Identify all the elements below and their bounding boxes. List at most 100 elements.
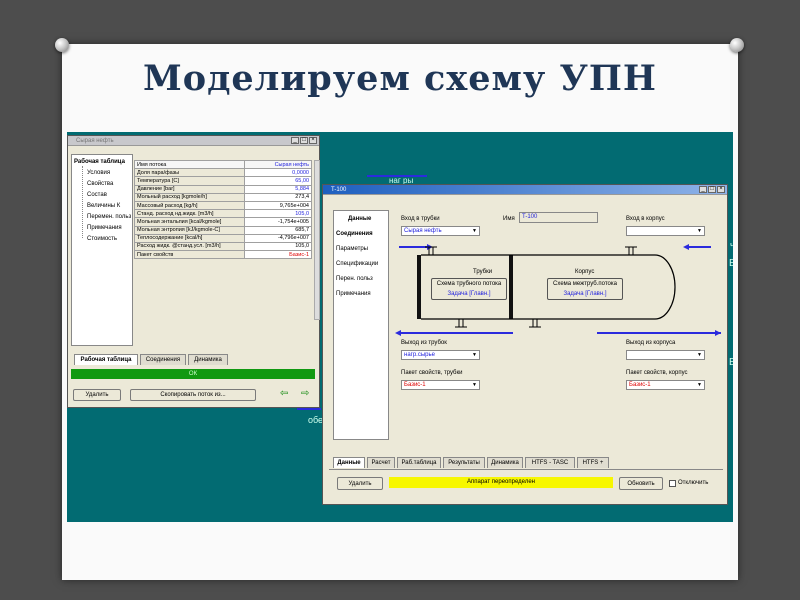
shell-side-label: Корпус [575, 269, 595, 275]
stream-window-title: Сырая нефть [76, 138, 114, 144]
exchanger-nav-panel: Данные Соединения Параметры Спецификации… [333, 210, 389, 440]
nav-item-specs[interactable]: Спецификации [336, 260, 378, 268]
flowsheet-label: Е [729, 258, 733, 269]
tube-outlet-value: нагр.сырье [404, 352, 435, 358]
property-value[interactable]: 5,884 [244, 184, 312, 194]
property-value[interactable]: 0,0000 [244, 168, 312, 178]
property-value[interactable]: 105,0 [244, 241, 312, 252]
property-value[interactable]: 273,4 [244, 192, 312, 202]
tube-scheme-button[interactable]: Схема трубного потока Задача [Главн.] [431, 278, 507, 300]
tab-dynamics[interactable]: Динамика [487, 457, 523, 468]
shell-pkg-label: Пакет свойств, корпус [626, 370, 688, 376]
minimize-icon[interactable]: _ [291, 137, 299, 144]
table-row: Расход жидк. @станд.усл. [m3/h] 105,0 [134, 241, 312, 252]
nav-item-parameters[interactable]: Параметры [336, 245, 368, 253]
tree-line [82, 166, 83, 238]
table-row: Станд. расход нд.жидк. [m3/h] 105,0 [134, 209, 312, 219]
shell-outlet-select[interactable]: ▼ [626, 350, 705, 360]
shell-inlet-select[interactable]: ▼ [626, 226, 705, 236]
tube-outlet-label: Выход из трубок [401, 340, 447, 346]
property-value[interactable]: -4,796e+007 [244, 233, 312, 243]
chevron-down-icon: ▼ [697, 382, 702, 388]
nav-item-user-vars[interactable]: Перен. польз [336, 275, 373, 283]
nav-item-composition[interactable]: Состав [87, 191, 107, 199]
col-header-value: Сырая нефть [244, 159, 312, 170]
tab-content-line [329, 469, 723, 470]
nav-item-user-vars[interactable]: Перемен. польз [87, 213, 131, 221]
disable-checkbox[interactable] [669, 480, 676, 487]
delete-button[interactable]: Удалить [73, 389, 121, 401]
tab-calc[interactable]: Расчет [367, 457, 395, 468]
flowsheet-label: ч [730, 240, 733, 250]
tube-pkg-value: Базис-1 [404, 382, 426, 388]
status-bar: Аппарат переопределен [389, 477, 613, 488]
next-arrow-icon[interactable]: ⇨ [301, 388, 309, 399]
col-header-name: Имя потока [134, 159, 245, 170]
copy-stream-button[interactable]: Скопировать поток из... [130, 389, 256, 401]
property-name: Температура [C] [134, 176, 245, 186]
property-name: Теплосодержание [kcal/h] [134, 233, 245, 243]
nav-item-k-values[interactable]: Величины К [87, 202, 120, 210]
tube-scheme-label: Схема трубного потока [436, 281, 502, 287]
property-value[interactable]: 9,765e+004 [244, 200, 312, 211]
tab-worksheet[interactable]: Рабочая таблица [74, 354, 138, 365]
table-row: Массовый расход [kg/h] 9,765e+004 [134, 200, 312, 211]
exchanger-titlebar[interactable]: T-100 _ □ × [323, 185, 727, 195]
property-value[interactable]: -1,754e+005 [244, 217, 312, 227]
nav-header: Рабочая таблица [74, 159, 125, 165]
nav-item-conditions[interactable]: Условия [87, 169, 110, 177]
pin-icon-right [730, 38, 744, 52]
tab-htfs-plus[interactable]: HTFS + [577, 457, 609, 468]
stream-properties-table: Имя потока Сырая нефть Доля пара/фазы 0,0… [134, 159, 312, 260]
nav-header: Данные [348, 216, 372, 222]
maximize-icon[interactable]: □ [708, 186, 716, 193]
property-value[interactable]: 105,0 [244, 209, 312, 219]
update-button[interactable]: Обновить [619, 477, 663, 490]
shell-scheme-button[interactable]: Схема межтруб.потока Задача [Главн.] [547, 278, 623, 300]
stream-titlebar[interactable]: Сырая нефть _ □ × [68, 136, 319, 146]
tube-pkg-label: Пакет свойств, трубки [401, 370, 463, 376]
tab-strip: Данные Расчет Раб.таблица Результаты Дин… [333, 457, 621, 469]
delete-button[interactable]: Удалить [337, 477, 383, 490]
property-name: Расход жидк. @станд.усл. [m3/h] [134, 241, 245, 252]
prev-arrow-icon[interactable]: ⇦ [280, 388, 288, 399]
property-value[interactable]: Базис-1 [244, 250, 312, 260]
shell-outlet-label: Выход из корпуса [626, 340, 676, 346]
property-name: Пакет свойств [134, 250, 245, 260]
tab-dynamics[interactable]: Динамика [188, 354, 228, 365]
tab-htfs-tasc[interactable]: HTFS - TASC [525, 457, 575, 468]
property-value[interactable]: 685,7 [244, 225, 312, 235]
nav-item-connections[interactable]: Соединения [336, 230, 373, 238]
property-value[interactable]: 65,00 [244, 176, 312, 186]
tube-side-label: Трубки [473, 269, 493, 275]
vscroll[interactable] [314, 160, 320, 320]
table-row: Доля пара/фазы 0,0000 [134, 168, 312, 178]
table-row: Мольный расход [kgmole/h] 273,4 [134, 192, 312, 202]
close-icon[interactable]: × [717, 186, 725, 193]
tube-scheme-sub: Задача [Главн.] [447, 291, 491, 297]
chevron-down-icon: ▼ [697, 228, 702, 234]
name-input[interactable]: T-100 [519, 212, 598, 223]
chevron-down-icon: ▼ [472, 352, 477, 358]
close-icon[interactable]: × [309, 137, 317, 144]
nav-item-properties[interactable]: Свойства [87, 180, 113, 188]
name-label: Имя [503, 216, 515, 222]
nav-item-notes[interactable]: Примечания [87, 224, 122, 232]
tube-inlet-select[interactable]: Сырая нефть ▼ [401, 226, 480, 236]
nav-item-cost[interactable]: Стоимость [87, 235, 117, 243]
maximize-icon[interactable]: □ [300, 137, 308, 144]
nav-item-notes[interactable]: Примечания [336, 290, 371, 298]
tab-connections[interactable]: Соединения [140, 354, 186, 365]
tab-data[interactable]: Данные [333, 457, 365, 468]
flowsheet-label: обе [308, 415, 324, 425]
tab-worksheet[interactable]: Раб.таблица [397, 457, 441, 468]
shell-pkg-select[interactable]: Базис-1 ▼ [626, 380, 705, 390]
table-row: Пакет свойств Базис-1 [134, 250, 312, 260]
minimize-icon[interactable]: _ [699, 186, 707, 193]
table-row: Мольная энтропия [kJ/kgmole-C] 685,7 [134, 225, 312, 235]
tube-pkg-select[interactable]: Базис-1 ▼ [401, 380, 480, 390]
stream-nav-panel: Рабочая таблица Условия Свойства Состав … [71, 154, 133, 346]
disable-label: Отключить [678, 480, 709, 486]
tube-outlet-select[interactable]: нагр.сырье ▼ [401, 350, 480, 360]
tab-results[interactable]: Результаты [443, 457, 485, 468]
